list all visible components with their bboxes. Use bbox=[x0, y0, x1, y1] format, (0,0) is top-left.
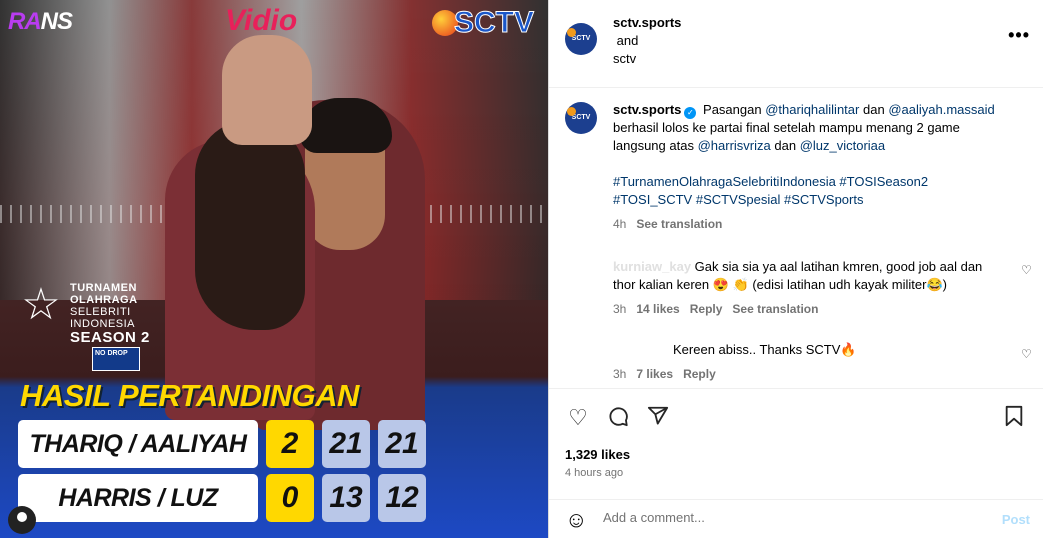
sctv-logo-text: SCTV bbox=[453, 6, 535, 40]
account-link[interactable]: sctv.sports bbox=[613, 15, 681, 30]
comment-username[interactable]: kurniaw_kay bbox=[613, 259, 691, 274]
score-row: THARIQ / AALIYAH 2 21 21 bbox=[18, 420, 426, 468]
star-icon: ☆ bbox=[21, 280, 61, 329]
caption-meta: 4h See translation bbox=[613, 215, 1013, 233]
no-drop-badge: NO DROP bbox=[92, 347, 140, 371]
comment: Kereen abiss.. Thanks SCTV🔥 3h 7 likes Rep… bbox=[613, 341, 993, 383]
comment-likes[interactable]: 14 likes bbox=[636, 302, 679, 316]
comment-input[interactable] bbox=[603, 510, 983, 525]
tosi-line2: OLAHRAGA bbox=[70, 294, 138, 306]
comment-icon[interactable] bbox=[605, 405, 631, 431]
see-translation-button[interactable]: See translation bbox=[732, 302, 818, 316]
avatar[interactable]: SCTV SPORTS bbox=[565, 102, 597, 153]
hashtags[interactable]: #TOSI_SCTV #SCTVSpesial #SCTVSports bbox=[613, 191, 1013, 209]
rans-logo: RANS bbox=[8, 8, 73, 35]
female-player-hair bbox=[195, 120, 305, 330]
bookmark-icon[interactable] bbox=[1001, 405, 1027, 431]
likes-count[interactable]: 1,329 likes bbox=[565, 446, 630, 464]
team-name: THARIQ / AALIYAH bbox=[18, 420, 258, 468]
post-time[interactable]: 4 hours ago bbox=[565, 466, 623, 480]
caption-text: Pasangan bbox=[703, 102, 762, 117]
heart-icon[interactable]: ♡ bbox=[1021, 348, 1033, 360]
comment-text: Kereen abiss.. Thanks SCTV🔥 bbox=[673, 342, 857, 357]
account-link[interactable]: sctv bbox=[613, 51, 636, 66]
post-header: SCTV SPORTS sctv.sports and sctv ••• bbox=[549, 0, 1043, 88]
and-text: and bbox=[616, 33, 639, 48]
verified-icon: ✓ bbox=[684, 107, 697, 119]
sets-won: 0 bbox=[266, 474, 314, 522]
mention-link[interactable]: @aaliyah.massaid bbox=[888, 102, 994, 117]
tosi-season: SEASON 2 bbox=[70, 329, 150, 346]
add-comment-bar: ☺ Post bbox=[549, 499, 1043, 539]
tosi-text: TURNAMEN OLAHRAGA SELEBRITI INDONESIA SE… bbox=[70, 282, 150, 346]
comment-time: 3h bbox=[613, 367, 627, 381]
tosi-logo: ☆ TURNAMEN OLAHRAGA SELEBRITI INDONESIA … bbox=[18, 282, 150, 346]
tagged-users-icon[interactable] bbox=[8, 506, 36, 534]
score-row: HARRIS / LUZ 0 13 12 bbox=[18, 474, 426, 522]
comment-likes[interactable]: 7 likes bbox=[636, 367, 673, 381]
like-heart-icon[interactable]: ♡ bbox=[565, 405, 591, 431]
see-translation-button[interactable]: See translation bbox=[636, 217, 722, 231]
reply-button[interactable]: Reply bbox=[690, 302, 723, 316]
sctv-logo: SCTV bbox=[432, 6, 535, 40]
game2-score: 21 bbox=[378, 420, 426, 468]
caption-time: 4h bbox=[613, 217, 627, 231]
caption-text: dan bbox=[862, 102, 885, 117]
tosi-line3: SELEBRITI bbox=[70, 306, 131, 318]
game1-score: 13 bbox=[322, 474, 370, 522]
collab-accounts: sctv.sports and sctv bbox=[613, 14, 681, 68]
vidio-logo: Vidio bbox=[225, 4, 298, 37]
caption-text: dan bbox=[774, 138, 797, 153]
result-headline: HASIL PERTANDINGAN bbox=[20, 378, 359, 413]
comment: kurniaw_kay Gak sia sia ya aal latihan k… bbox=[613, 258, 993, 318]
tosi-line1: TURNAMEN bbox=[70, 282, 137, 294]
more-options-icon[interactable]: ••• bbox=[1008, 26, 1030, 44]
post-details: SCTV SPORTS sctv.sports and sctv ••• SCT… bbox=[548, 0, 1043, 538]
post-image[interactable]: RANS Vidio SCTV ☆ TURNAMEN OLAHRAGA SELE… bbox=[0, 0, 548, 538]
comment-time: 3h bbox=[613, 302, 627, 316]
caption: sctv.sports ✓ Pasangan @thariqhalilintar … bbox=[613, 101, 1013, 233]
game2-score: 12 bbox=[378, 474, 426, 522]
comment-meta: 3h 7 likes Reply bbox=[613, 365, 993, 383]
reply-button[interactable]: Reply bbox=[683, 367, 716, 381]
post-button[interactable]: Post bbox=[1002, 512, 1030, 527]
avatar[interactable]: SCTV SPORTS bbox=[565, 23, 597, 74]
sets-won: 2 bbox=[266, 420, 314, 468]
team-name: HARRIS / LUZ bbox=[18, 474, 258, 522]
male-player-hair bbox=[300, 98, 392, 153]
comment-meta: 3h 14 likes Reply See translation bbox=[613, 300, 993, 318]
emoji-icon[interactable]: ☺ bbox=[565, 509, 587, 531]
caption-username[interactable]: sctv.sports bbox=[613, 102, 681, 117]
post-actions: ♡ 1,329 likes 4 hours ago ☺ Post bbox=[549, 388, 1043, 538]
mention-link[interactable]: @luz_victoriaa bbox=[800, 138, 885, 153]
hashtags[interactable]: #TurnamenOlahragaSelebritiIndonesia #TOS… bbox=[613, 173, 1013, 191]
game1-score: 21 bbox=[322, 420, 370, 468]
mention-link[interactable]: @harrisvriza bbox=[698, 138, 771, 153]
share-icon[interactable] bbox=[645, 405, 671, 431]
mention-link[interactable]: @thariqhalilintar bbox=[765, 102, 859, 117]
heart-icon[interactable]: ♡ bbox=[1021, 264, 1033, 276]
high-five-hands bbox=[222, 35, 312, 145]
